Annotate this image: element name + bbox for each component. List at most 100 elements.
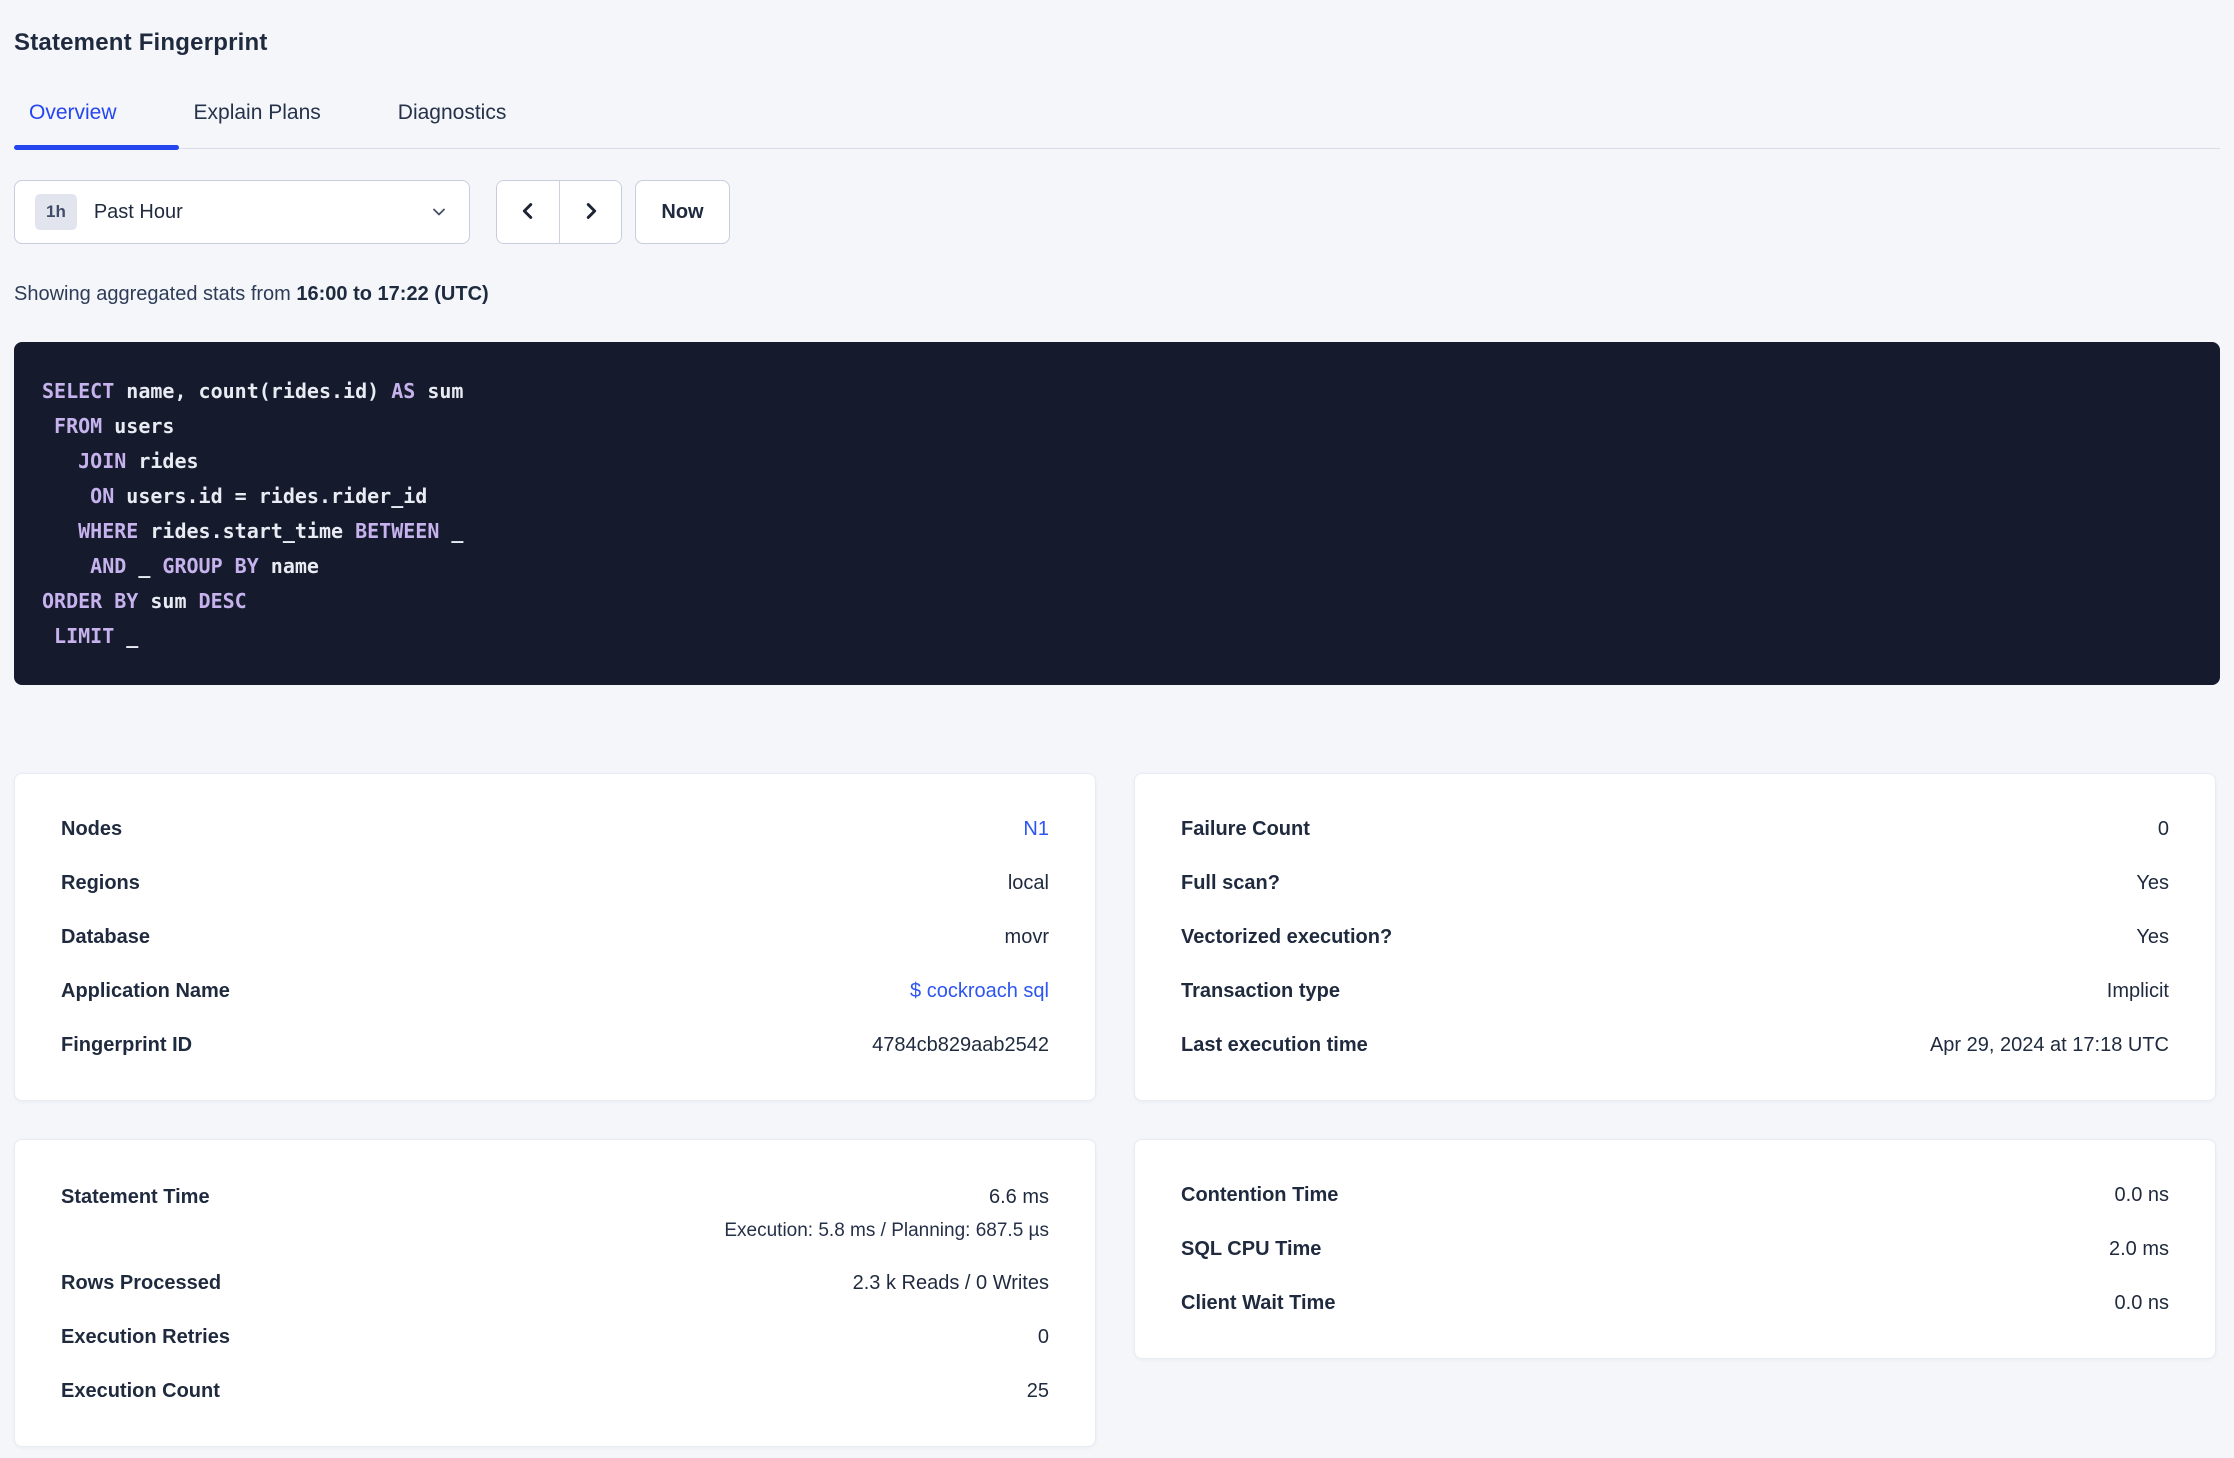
- sql-line: AND _ GROUP BY name: [42, 549, 2192, 584]
- sql-keyword: JOIN: [78, 449, 127, 473]
- row-value-wrap: 6.6 ms Execution: 5.8 ms / Planning: 687.…: [724, 1181, 1049, 1247]
- card-row: Full scan? Yes: [1181, 856, 2169, 910]
- time-range-label: Past Hour: [93, 200, 183, 223]
- sql-token: rides.start_time: [138, 519, 356, 543]
- card-row: Statement Time 6.6 ms Execution: 5.8 ms / …: [61, 1168, 1049, 1256]
- row-value: Yes: [2136, 871, 2169, 894]
- row-value: local: [1007, 871, 1049, 894]
- cards-grid: Nodes N1 Regions local Database movr Applicati…: [14, 773, 2220, 1447]
- card-row: Nodes N1: [61, 802, 1049, 856]
- card-row: Database movr: [61, 910, 1049, 964]
- sql-keyword: FROM: [54, 414, 103, 438]
- sql-line: WHERE rides.start_time BETWEEN _: [42, 514, 2192, 549]
- card-row: SQL CPU Time 2.0 ms: [1181, 1222, 2169, 1276]
- sql-line: SELECT name, count(rides.id) AS sum: [42, 374, 2192, 409]
- row-label: Full scan?: [1181, 871, 1280, 894]
- row-value: 25: [1026, 1379, 1049, 1402]
- card-row: Regions local: [61, 856, 1049, 910]
- sql-token: _: [114, 624, 139, 648]
- row-label: Statement Time: [61, 1186, 210, 1208]
- sql-keyword: DESC: [198, 589, 247, 613]
- row-value: 6.6 ms: [988, 1186, 1049, 1208]
- sql-line: ORDER BY sum DESC: [42, 584, 2192, 619]
- row-value-wrap: 0.0 ns: [2115, 1292, 2169, 1315]
- sql-token: sum: [138, 589, 199, 613]
- execution-attributes-card: Failure Count 0 Full scan? Yes Vectorized ex…: [1134, 773, 2216, 1101]
- card-row: Failure Count 0: [1181, 802, 2169, 856]
- time-range-select[interactable]: 1h Past Hour: [14, 180, 470, 244]
- row-value: 2.0 ms: [2108, 1237, 2169, 1260]
- row-value: Apr 29, 2024 at 17:18 UTC: [1929, 1033, 2169, 1056]
- row-value-wrap: movr: [1005, 926, 1049, 949]
- row-label: Execution Retries: [61, 1325, 230, 1348]
- sql-keyword: SELECT: [42, 379, 115, 403]
- tab-diagnostics[interactable]: Diagnostics: [383, 102, 569, 148]
- row-label: Execution Count: [61, 1379, 220, 1402]
- chevron-right-icon: [580, 200, 602, 225]
- sql-token: name, count(rides.id): [114, 379, 392, 403]
- sql-token: name: [258, 554, 319, 578]
- card-row: Transaction type Implicit: [1181, 964, 2169, 1018]
- row-value-link[interactable]: $ cockroach sql: [910, 980, 1049, 1002]
- row-value-wrap: 4784cb829aab2542: [872, 1034, 1049, 1057]
- sql-token: _: [439, 519, 464, 543]
- tab-label: Explain Plans: [193, 101, 321, 124]
- card-row: Vectorized execution? Yes: [1181, 910, 2169, 964]
- row-value-wrap: N1: [1023, 818, 1049, 841]
- statement-fingerprint-page: Statement Fingerprint Overview Explain Pl…: [0, 0, 2234, 1458]
- row-value: Implicit: [2106, 979, 2169, 1002]
- sql-keyword: LIMIT: [54, 624, 115, 648]
- row-label: SQL CPU Time: [1181, 1237, 1322, 1260]
- now-button[interactable]: Now: [635, 180, 730, 244]
- sql-statement: SELECT name, count(rides.id) AS sum FROM…: [14, 342, 2220, 685]
- row-value: 0: [2157, 817, 2169, 840]
- row-value: Yes: [2136, 925, 2169, 948]
- card-row: Execution Retries 0: [61, 1310, 1049, 1364]
- sql-line: LIMIT _: [42, 619, 2192, 654]
- row-value-link[interactable]: N1: [1023, 818, 1049, 840]
- row-value-wrap: Implicit: [2107, 980, 2169, 1003]
- row-label: Contention Time: [1181, 1183, 1339, 1206]
- chevron-left-icon: [517, 200, 539, 225]
- row-label: Fingerprint ID: [61, 1033, 193, 1056]
- card-row: Fingerprint ID 4784cb829aab2542: [61, 1018, 1049, 1072]
- card-row: Client Wait Time 0.0 ns: [1181, 1276, 2169, 1330]
- row-value: 4784cb829aab2542: [872, 1033, 1049, 1056]
- sql-token: _: [126, 554, 163, 578]
- sql-line: ON users.id = rides.rider_id: [42, 479, 2192, 514]
- stats-range: 16:00 to 17:22 (UTC): [296, 283, 489, 305]
- row-label: Last execution time: [1181, 1033, 1368, 1056]
- row-value: 2.3 k Reads / 0 Writes: [852, 1271, 1049, 1294]
- sql-keyword: WHERE: [78, 519, 139, 543]
- aggregated-stats-summary: Showing aggregated stats from 16:00 to 1…: [14, 282, 2220, 306]
- stats-prefix: Showing aggregated stats from: [14, 283, 297, 305]
- row-value-wrap: 0.0 ns: [2115, 1184, 2169, 1207]
- tab-label: Diagnostics: [397, 101, 507, 124]
- sql-keyword: GROUP BY: [162, 554, 259, 578]
- row-label: Regions: [61, 871, 140, 894]
- row-value-wrap: 0: [1038, 1326, 1049, 1349]
- sql-keyword: ON: [90, 484, 115, 508]
- row-value-wrap: Apr 29, 2024 at 17:18 UTC: [1930, 1034, 2169, 1057]
- timing-stats-card: Contention Time 0.0 ns SQL CPU Time 2.0 ms C…: [1134, 1139, 2216, 1359]
- card-row: Contention Time 0.0 ns: [1181, 1168, 2169, 1222]
- row-value-wrap: 2.0 ms: [2109, 1238, 2169, 1261]
- row-label: Transaction type: [1181, 979, 1340, 1002]
- statement-stats-card: Statement Time 6.6 ms Execution: 5.8 ms / …: [14, 1139, 1096, 1447]
- row-value-wrap: 0: [2158, 818, 2169, 841]
- row-value: 0.0 ns: [2114, 1183, 2169, 1206]
- sql-keyword: AND: [90, 554, 127, 578]
- row-value-wrap: 25: [1027, 1380, 1049, 1403]
- row-value-wrap: 2.3 k Reads / 0 Writes: [853, 1272, 1049, 1295]
- prev-time-button[interactable]: [497, 181, 559, 243]
- tab-explain-plans[interactable]: Explain Plans: [179, 102, 383, 148]
- tab-overview[interactable]: Overview: [14, 102, 179, 150]
- row-value-wrap: $ cockroach sql: [910, 980, 1049, 1003]
- next-time-button[interactable]: [559, 181, 621, 243]
- row-label: Application Name: [61, 979, 230, 1002]
- sql-keyword: AS: [391, 379, 416, 403]
